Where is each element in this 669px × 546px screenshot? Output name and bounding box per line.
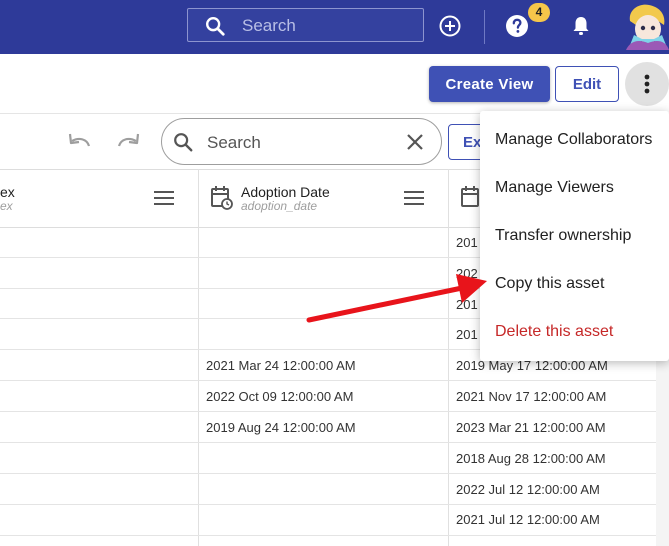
annotation-arrow — [306, 274, 487, 323]
